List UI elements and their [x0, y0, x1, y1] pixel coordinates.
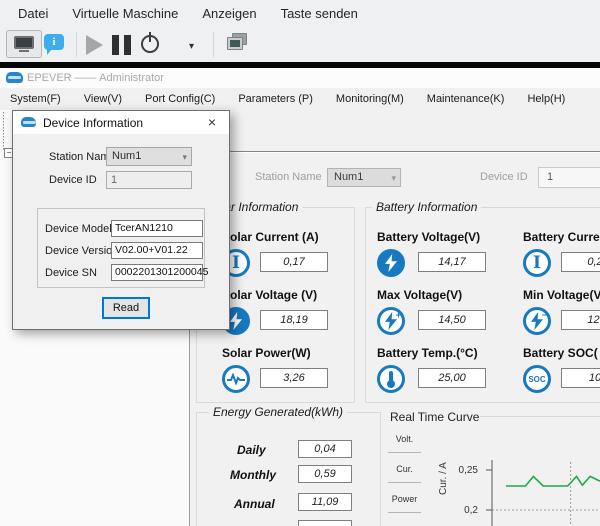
voltage-minus-icon: − [523, 307, 551, 335]
play-button[interactable] [86, 35, 103, 55]
energy-annual-label: Annual [234, 497, 275, 511]
app-title: EPEVER —— Administrator [27, 68, 164, 88]
energy-monthly-value: 0,59 [298, 465, 352, 483]
energy-daily-value: 0,04 [298, 440, 352, 458]
displays-button[interactable] [227, 33, 248, 50]
menu-view[interactable]: View(V) [84, 88, 133, 110]
dialog-station-name-select[interactable]: Num1 ▾ [106, 147, 192, 166]
device-model-label: Device Model [45, 223, 112, 235]
power-wave-icon [222, 365, 250, 393]
dialog-device-id-label: Device ID [49, 174, 97, 186]
toolbar-separator [213, 32, 214, 57]
screen: Datei Virtuelle Maschine Anzeigen Taste … [0, 0, 600, 526]
battery-voltage-label: Battery Voltage(V) [377, 230, 480, 244]
chart-y-axis-label: Cur. / A [438, 462, 449, 495]
current-icon: I [523, 249, 551, 277]
battery-temp-label: Battery Temp.(°C) [377, 346, 478, 360]
real-time-curve-title: Real Time Curve [390, 410, 479, 424]
app-menubar: System(F) View(V) Port Config(C) Paramet… [0, 88, 600, 110]
vm-menu-anzeigen[interactable]: Anzeigen [192, 0, 266, 28]
menu-system[interactable]: System(F) [10, 88, 72, 110]
power-icon [149, 32, 151, 42]
tab-cur[interactable]: Cur. [388, 455, 421, 483]
station-name-label: Station Name [255, 171, 322, 183]
station-name-select[interactable]: Num1 ▾ [327, 168, 401, 187]
menu-maintenance[interactable]: Maintenance(K) [427, 88, 516, 110]
device-id-label: Device ID [480, 171, 528, 183]
device-sn-input[interactable]: 0002201301200045 [111, 264, 203, 281]
vm-menu-taste-senden[interactable]: Taste senden [271, 0, 368, 28]
solar-voltage-label: Solar Voltage (V) [222, 288, 317, 302]
chevron-down-icon: ▾ [182, 149, 187, 166]
tree-guide-line [3, 112, 4, 150]
group-border [480, 416, 600, 417]
info-icon: i [44, 34, 64, 50]
solar-power-value: 3,26 [260, 368, 328, 388]
battery-current-value: 0,2 [561, 252, 600, 272]
thermometer-icon [377, 365, 405, 393]
battery-temp-value: 25,00 [418, 368, 486, 388]
min-voltage-value: 12, [561, 310, 600, 330]
energy-generated-group: Energy Generated(kWh) [196, 412, 381, 526]
solar-current-label: Solar Current (A) [222, 230, 319, 244]
solar-power-label: Solar Power(W) [222, 346, 311, 360]
device-id-input[interactable]: 1 [538, 167, 600, 188]
min-voltage-label: Min Voltage(V [523, 288, 600, 302]
energy-annual-value: 11,09 [298, 493, 352, 511]
monitoring-content: Station Name Num1 ▾ Device ID 1 Solar In… [190, 110, 600, 526]
pause-button[interactable] [112, 35, 131, 55]
tab-volt[interactable]: Volt. [388, 425, 421, 453]
dialog-titlebar[interactable]: Device Information × [13, 111, 229, 134]
dialog-device-id-input[interactable]: 1 [106, 171, 192, 189]
epever-logo-icon [21, 117, 36, 127]
menu-monitoring[interactable]: Monitoring(M) [336, 88, 415, 110]
menu-port-config[interactable]: Port Config(C) [145, 88, 226, 110]
solar-voltage-value: 18,19 [260, 310, 328, 330]
voltage-icon [377, 249, 405, 277]
epever-logo-icon [6, 72, 23, 83]
console-button[interactable] [6, 30, 42, 58]
menu-parameters[interactable]: Parameters (P) [238, 88, 324, 110]
vm-menu-virtuelle-maschine[interactable]: Virtuelle Maschine [62, 0, 188, 28]
energy-daily-label: Daily [237, 443, 266, 457]
vm-toolbar: i ▾ [0, 28, 600, 62]
monitor-stand-icon [19, 50, 29, 52]
menu-help[interactable]: Help(H) [527, 88, 576, 110]
device-version-label: Device Version [45, 245, 118, 257]
battery-soc-value: 10 [561, 368, 600, 388]
battery-soc-label: Battery SOC( [523, 346, 598, 360]
energy-generated-title: Energy Generated(kWh) [209, 405, 347, 419]
voltage-plus-icon: + [377, 307, 405, 335]
speech-tail-icon [47, 49, 52, 55]
max-voltage-value: 14,50 [418, 310, 486, 330]
toolbar-separator [76, 32, 77, 57]
battery-voltage-value: 14,17 [418, 252, 486, 272]
read-button[interactable]: Read [102, 297, 150, 319]
solar-current-value: 0,17 [260, 252, 328, 272]
soc-icon: SOC [523, 365, 551, 393]
device-model-input[interactable]: TcerAN1210 [111, 220, 203, 237]
display-front-icon [227, 37, 243, 50]
max-voltage-label: Max Voltage(V) [377, 288, 462, 302]
power-caret-icon[interactable]: ▾ [189, 41, 194, 52]
vm-menu-datei[interactable]: Datei [8, 0, 58, 28]
chevron-down-icon: ▾ [391, 170, 396, 187]
real-time-curve-chart [460, 458, 600, 526]
energy-total-value [298, 520, 352, 526]
dialog-title: Device Information [43, 116, 143, 130]
info-button[interactable]: i [44, 34, 64, 50]
device-information-dialog: Device Information × Station Name Num1 ▾… [12, 110, 230, 330]
vm-menubar: Datei Virtuelle Maschine Anzeigen Taste … [0, 0, 600, 28]
device-sn-label: Device SN [45, 267, 97, 279]
device-version-input[interactable]: V02.00+V01.22 [111, 242, 203, 259]
battery-current-label: Battery Curre [523, 230, 600, 244]
tab-power[interactable]: Power [388, 485, 421, 513]
panel-divider [190, 151, 600, 153]
app-titlebar: EPEVER —— Administrator [0, 68, 600, 88]
battery-information-title: Battery Information [372, 200, 481, 214]
close-icon[interactable]: × [201, 113, 223, 132]
energy-monthly-label: Monthly [230, 468, 276, 482]
monitor-icon [14, 36, 34, 49]
